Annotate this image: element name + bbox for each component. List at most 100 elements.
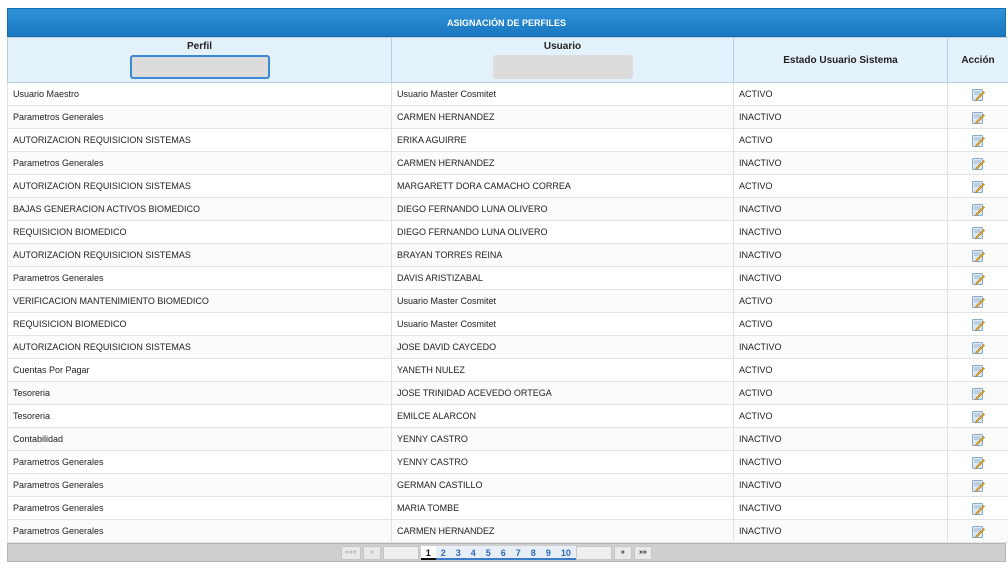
usuario-filter-input[interactable]: [492, 55, 633, 79]
cell-usuario: CARMEN HERNANDEZ: [391, 151, 734, 175]
page-number-button[interactable]: 8: [525, 546, 541, 560]
perfil-filter-input[interactable]: [129, 55, 270, 79]
edit-icon[interactable]: [971, 111, 985, 124]
edit-icon[interactable]: [971, 410, 985, 423]
edit-icon[interactable]: [971, 433, 985, 446]
edit-icon[interactable]: [971, 203, 985, 216]
cell-usuario: CARMEN HERNANDEZ: [391, 105, 734, 129]
pagination-controls: ««« « 1 2 3 4 5 6 7 8 9 10 » »»: [341, 546, 654, 560]
page-number-button[interactable]: 7: [510, 546, 526, 560]
table-row: Parametros Generales CARMEN HERNANDEZ INAC…: [7, 519, 1008, 543]
page-number-button[interactable]: 10: [555, 546, 576, 560]
table-row: REQUISICION BIOMEDICO DIEGO FERNANDO LUNA…: [7, 220, 1008, 244]
table-body: Usuario Maestro Usuario Master Cosmitet AC…: [7, 82, 1008, 543]
cell-accion: [947, 243, 1008, 267]
cell-accion: [947, 473, 1008, 497]
prev-page-button[interactable]: «: [362, 546, 381, 560]
cell-perfil: Parametros Generales: [7, 105, 392, 129]
edit-icon[interactable]: [971, 341, 985, 354]
table-row: Usuario Maestro Usuario Master Cosmitet AC…: [7, 82, 1008, 106]
cell-usuario: JOSE DAVID CAYCEDO: [391, 335, 734, 359]
edit-icon[interactable]: [971, 272, 985, 285]
edit-icon[interactable]: [971, 134, 985, 147]
edit-icon[interactable]: [971, 295, 985, 308]
edit-icon[interactable]: [971, 456, 985, 469]
page-number-button[interactable]: 1: [420, 546, 436, 560]
cell-usuario: Usuario Master Cosmitet: [391, 312, 734, 336]
cell-estado: INACTIVO: [733, 473, 948, 497]
cell-perfil: Parametros Generales: [7, 473, 392, 497]
cell-estado: INACTIVO: [733, 496, 948, 520]
table-row: Parametros Generales GERMAN CASTILLO INACT…: [7, 473, 1008, 497]
edit-icon[interactable]: [971, 226, 985, 239]
cell-accion: [947, 404, 1008, 428]
cell-perfil: Parametros Generales: [7, 266, 392, 290]
edit-icon[interactable]: [971, 180, 985, 193]
table-row: REQUISICION BIOMEDICO Usuario Master Cosm…: [7, 312, 1008, 336]
table-row: AUTORIZACION REQUISICION SISTEMAS BRAYAN …: [7, 243, 1008, 267]
cell-estado: INACTIVO: [733, 105, 948, 129]
cell-usuario: YENNY CASTRO: [391, 450, 734, 474]
cell-estado: INACTIVO: [733, 266, 948, 290]
page-number-button[interactable]: 2: [435, 546, 451, 560]
cell-perfil: REQUISICION BIOMEDICO: [7, 220, 392, 244]
edit-icon[interactable]: [971, 364, 985, 377]
cell-estado: ACTIVO: [733, 289, 948, 313]
cell-perfil: Contabilidad: [7, 427, 392, 451]
cell-accion: [947, 105, 1008, 129]
cell-accion: [947, 427, 1008, 451]
column-header-usuario: Usuario: [391, 37, 734, 83]
cell-usuario: GERMAN CASTILLO: [391, 473, 734, 497]
edit-icon[interactable]: [971, 157, 985, 170]
edit-icon[interactable]: [971, 387, 985, 400]
cell-estado: ACTIVO: [733, 128, 948, 152]
cell-estado: INACTIVO: [733, 450, 948, 474]
cell-usuario: DAVIS ARISTIZABAL: [391, 266, 734, 290]
page-number-button[interactable]: 9: [540, 546, 556, 560]
edit-icon[interactable]: [971, 525, 985, 538]
cell-accion: [947, 381, 1008, 405]
cell-perfil: Parametros Generales: [7, 519, 392, 543]
perfil-header-label: Perfil: [186, 41, 212, 52]
page-spacer: [382, 546, 419, 560]
cell-perfil: BAJAS GENERACION ACTIVOS BIOMEDICO: [7, 197, 392, 221]
page-number-button[interactable]: 4: [465, 546, 481, 560]
edit-icon[interactable]: [971, 502, 985, 515]
table-row: AUTORIZACION REQUISICION SISTEMAS JOSE DA…: [7, 335, 1008, 359]
table-row: Tesoreria JOSE TRINIDAD ACEVEDO ORTEGA ACT…: [7, 381, 1008, 405]
cell-estado: ACTIVO: [733, 358, 948, 382]
cell-usuario: ERIKA AGUIRRE: [391, 128, 734, 152]
cell-perfil: Parametros Generales: [7, 496, 392, 520]
cell-usuario: MARGARETT DORA CAMACHO CORREA: [391, 174, 734, 198]
table-row: Parametros Generales DAVIS ARISTIZABAL INA…: [7, 266, 1008, 290]
usuario-header-label: Usuario: [543, 41, 582, 52]
cell-perfil: REQUISICION BIOMEDICO: [7, 312, 392, 336]
first-page-button[interactable]: «««: [341, 546, 361, 560]
cell-usuario: BRAYAN TORRES REINA: [391, 243, 734, 267]
cell-accion: [947, 174, 1008, 198]
cell-perfil: AUTORIZACION REQUISICION SISTEMAS: [7, 128, 392, 152]
page-number-button[interactable]: 5: [480, 546, 496, 560]
edit-icon[interactable]: [971, 479, 985, 492]
cell-estado: ACTIVO: [733, 82, 948, 106]
page-number-button[interactable]: 3: [450, 546, 466, 560]
edit-icon[interactable]: [971, 88, 985, 101]
cell-usuario: CARMEN HERNANDEZ: [391, 519, 734, 543]
cell-accion: [947, 266, 1008, 290]
cell-usuario: EMILCE ALARCON: [391, 404, 734, 428]
cell-perfil: Parametros Generales: [7, 151, 392, 175]
pagination-bar: ««« « 1 2 3 4 5 6 7 8 9 10 » »»: [7, 543, 1006, 562]
cell-estado: INACTIVO: [733, 335, 948, 359]
cell-usuario: Usuario Master Cosmitet: [391, 289, 734, 313]
table-row: Parametros Generales MARIA TOMBE INACTIVO: [7, 496, 1008, 520]
edit-icon[interactable]: [971, 249, 985, 262]
page-number-button[interactable]: 6: [495, 546, 511, 560]
cell-perfil: AUTORIZACION REQUISICION SISTEMAS: [7, 335, 392, 359]
table-row: Tesoreria EMILCE ALARCON ACTIVO: [7, 404, 1008, 428]
last-page-button[interactable]: »»: [633, 546, 652, 560]
table-row: Parametros Generales CARMEN HERNANDEZ INAC…: [7, 151, 1008, 175]
cell-accion: [947, 496, 1008, 520]
table-row: Cuentas Por Pagar YANETH NULEZ ACTIVO: [7, 358, 1008, 382]
edit-icon[interactable]: [971, 318, 985, 331]
next-page-button[interactable]: »: [613, 546, 632, 560]
